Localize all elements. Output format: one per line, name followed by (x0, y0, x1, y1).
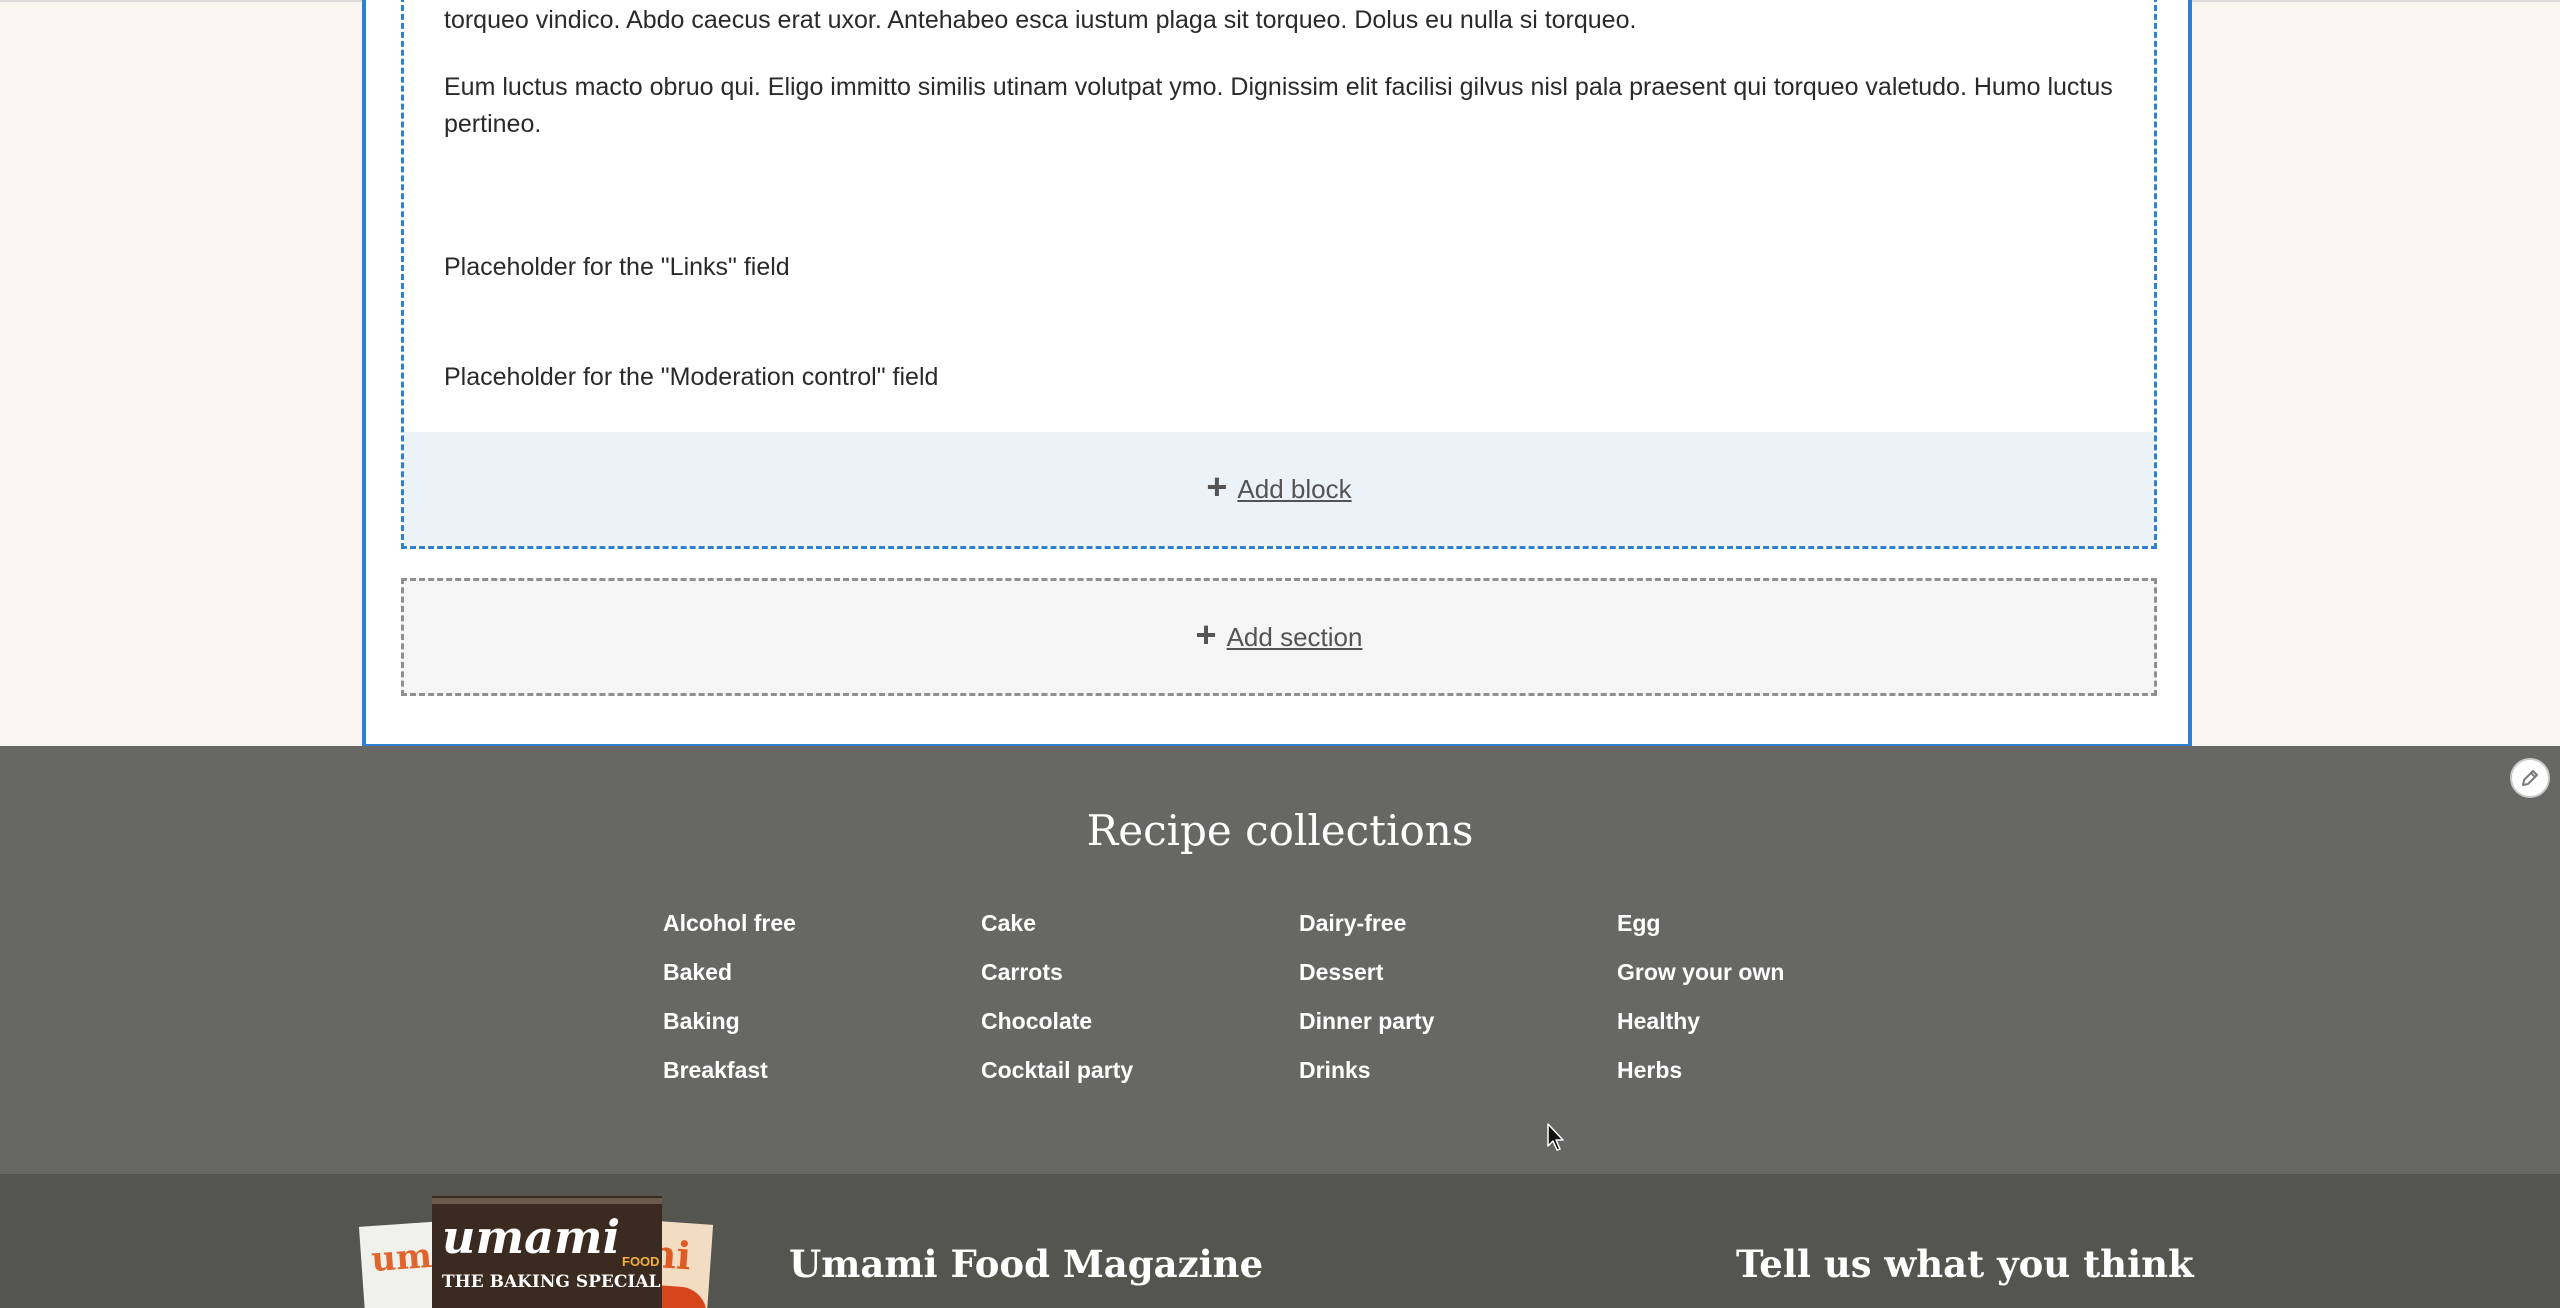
collection-link[interactable]: Dinner party (1299, 1006, 1434, 1036)
collection-link[interactable]: Cocktail party (981, 1055, 1133, 1085)
cover-strip (432, 1198, 662, 1204)
cover-masthead-left: um (369, 1235, 434, 1281)
collection-link[interactable]: Breakfast (663, 1055, 768, 1085)
collection-link[interactable]: Drinks (1299, 1055, 1371, 1085)
recipe-collections-title: Recipe collections (1086, 806, 1474, 855)
body-paragraph: torqueo vindico. Abdo caecus erat uxor. … (444, 6, 1637, 34)
collection-link[interactable]: Carrots (981, 957, 1063, 987)
collection-link[interactable]: Dessert (1299, 957, 1383, 987)
pencil-icon[interactable] (2510, 758, 2550, 798)
add-section-area[interactable]: + Add section (401, 578, 2157, 696)
collection-link[interactable]: Dairy-free (1299, 908, 1406, 938)
collection-link[interactable]: Baking (663, 1006, 740, 1036)
add-block-area[interactable]: + Add block (404, 432, 2154, 546)
layout-region: torqueo vindico. Abdo caecus erat uxor. … (401, 0, 2157, 549)
feedback-title: Tell us what you think (1736, 1242, 2194, 1286)
cover-subtitle: FOOD (622, 1254, 660, 1269)
mouse-cursor-icon (1547, 1123, 1564, 1151)
collection-link[interactable]: Egg (1617, 908, 1660, 938)
cover-headline: THE BAKING SPECIAL (442, 1272, 661, 1292)
add-block-link[interactable]: Add block (1237, 474, 1351, 505)
collection-link[interactable]: Grow your own (1617, 957, 1784, 987)
cover-masthead: umami (442, 1210, 621, 1264)
body-paragraph: Eum luctus macto obruo qui. Eligo immitt… (444, 73, 2113, 138)
magazine-covers-image: um ni umami FOOD THE BAKING SPECIAL (358, 1196, 742, 1308)
layout-builder-content: torqueo vindico. Abdo caecus erat uxor. … (362, 0, 2192, 748)
magazine-cover-main: umami FOOD THE BAKING SPECIAL (432, 1196, 662, 1308)
moderation-control-placeholder: Placeholder for the "Moderation control"… (444, 363, 939, 391)
collection-link[interactable]: Herbs (1617, 1055, 1682, 1085)
links-field-placeholder: Placeholder for the "Links" field (444, 253, 790, 281)
collection-link[interactable]: Healthy (1617, 1006, 1700, 1036)
add-section-link[interactable]: Add section (1227, 622, 1363, 653)
collection-link[interactable]: Cake (981, 908, 1036, 938)
plus-icon: + (1206, 466, 1228, 507)
magazine-title: Umami Food Magazine (789, 1242, 1264, 1286)
collection-link[interactable]: Alcohol free (663, 908, 796, 938)
collection-link[interactable]: Baked (663, 957, 732, 987)
plus-icon: + (1195, 614, 1217, 655)
collection-link[interactable]: Chocolate (981, 1006, 1092, 1036)
